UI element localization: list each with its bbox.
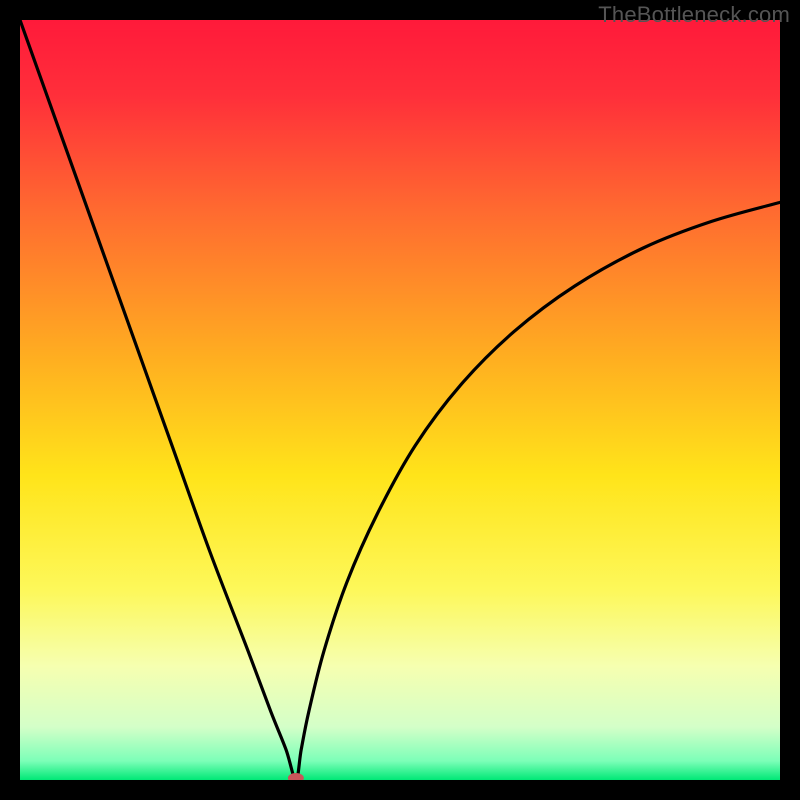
bottleneck-chart [20,20,780,780]
chart-area [20,20,780,780]
watermark: TheBottleneck.com [598,2,790,28]
gradient-background [20,20,780,780]
